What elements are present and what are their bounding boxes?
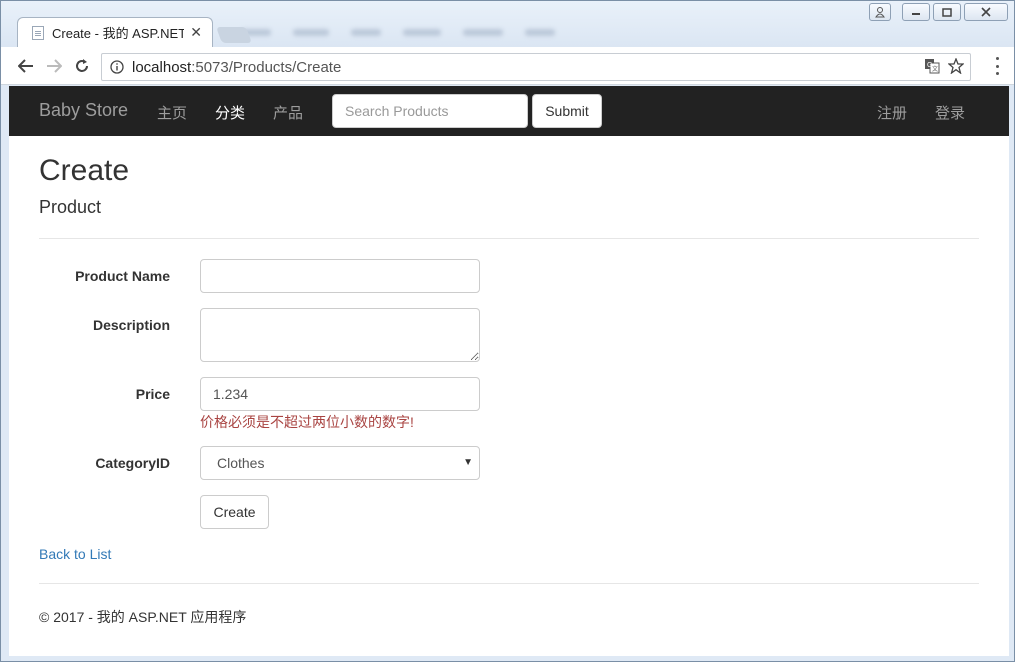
price-input[interactable] [200, 377, 480, 411]
page-title: Create [39, 154, 130, 187]
browser-toolbar: localhost:5073/Products/Create G文 [1, 47, 1014, 85]
search-submit-button[interactable]: Submit [532, 94, 602, 128]
category-select[interactable]: Clothes ▼ [200, 446, 480, 480]
window-controls [869, 3, 1008, 21]
search-input[interactable] [332, 94, 528, 128]
browser-window: Create - 我的 ASP.NET ✕ localhost:5073/Pro… [0, 0, 1015, 662]
svg-text:文: 文 [932, 65, 938, 73]
product-name-label: Product Name [75, 268, 170, 284]
footer-divider [39, 583, 979, 584]
url-text: localhost:5073/Products/Create [132, 59, 341, 76]
divider [39, 238, 979, 239]
description-label: Description [92, 317, 170, 333]
title-bar: Create - 我的 ASP.NET ✕ [1, 1, 1014, 47]
address-bar-actions: G文 [924, 58, 964, 74]
back-to-list-link[interactable]: Back to List [39, 546, 111, 562]
info-icon[interactable] [110, 60, 124, 74]
price-label: Price [135, 386, 170, 402]
reload-icon[interactable] [71, 55, 93, 77]
nav-link-login[interactable]: 登录 [935, 102, 965, 123]
address-bar[interactable]: localhost:5073/Products/Create G文 [101, 53, 971, 81]
create-button[interactable]: Create [200, 495, 269, 529]
price-validation-error: 价格必须是不超过两位小数的数字! [200, 414, 414, 430]
url-host: localhost [132, 58, 192, 76]
tab-title: Create - 我的 ASP.NET [52, 26, 185, 41]
product-name-input[interactable] [200, 259, 480, 293]
browser-menu-icon[interactable] [994, 57, 1000, 75]
category-label: CategoryID [95, 455, 170, 471]
nav-link-categories[interactable]: 分类 [215, 102, 245, 123]
page-favicon-icon [32, 25, 44, 40]
close-window-button[interactable] [964, 3, 1008, 21]
page-viewport: Baby Store 主页 分类 产品 Submit 注册 登录 Create … [9, 86, 1009, 656]
nav-link-home[interactable]: 主页 [157, 102, 187, 123]
translate-icon[interactable]: G文 [924, 58, 940, 74]
nav-link-products[interactable]: 产品 [273, 102, 303, 123]
nav-link-register[interactable]: 注册 [877, 102, 907, 123]
minimize-button[interactable] [902, 3, 930, 21]
browser-tab[interactable]: Create - 我的 ASP.NET ✕ [17, 17, 213, 47]
description-textarea[interactable] [200, 308, 480, 362]
site-brand[interactable]: Baby Store [39, 100, 128, 121]
page-subtitle: Product [39, 197, 102, 217]
chevron-down-icon: ▼ [463, 457, 473, 468]
footer-text: © 2017 - 我的 ASP.NET 应用程序 [39, 609, 247, 625]
restore-button[interactable] [933, 3, 961, 21]
url-path: :5073/Products/Create [191, 58, 342, 76]
forward-arrow-icon[interactable] [43, 55, 65, 77]
back-arrow-icon[interactable] [15, 55, 37, 77]
close-tab-icon[interactable]: ✕ [190, 24, 202, 41]
blurred-background-menu [241, 29, 555, 37]
category-selected-value: Clothes [217, 455, 265, 471]
bookmark-star-icon[interactable] [948, 58, 964, 74]
user-icon[interactable] [869, 3, 891, 21]
site-navbar: Baby Store 主页 分类 产品 Submit 注册 登录 [9, 86, 1009, 136]
new-tab-button[interactable] [216, 27, 252, 43]
